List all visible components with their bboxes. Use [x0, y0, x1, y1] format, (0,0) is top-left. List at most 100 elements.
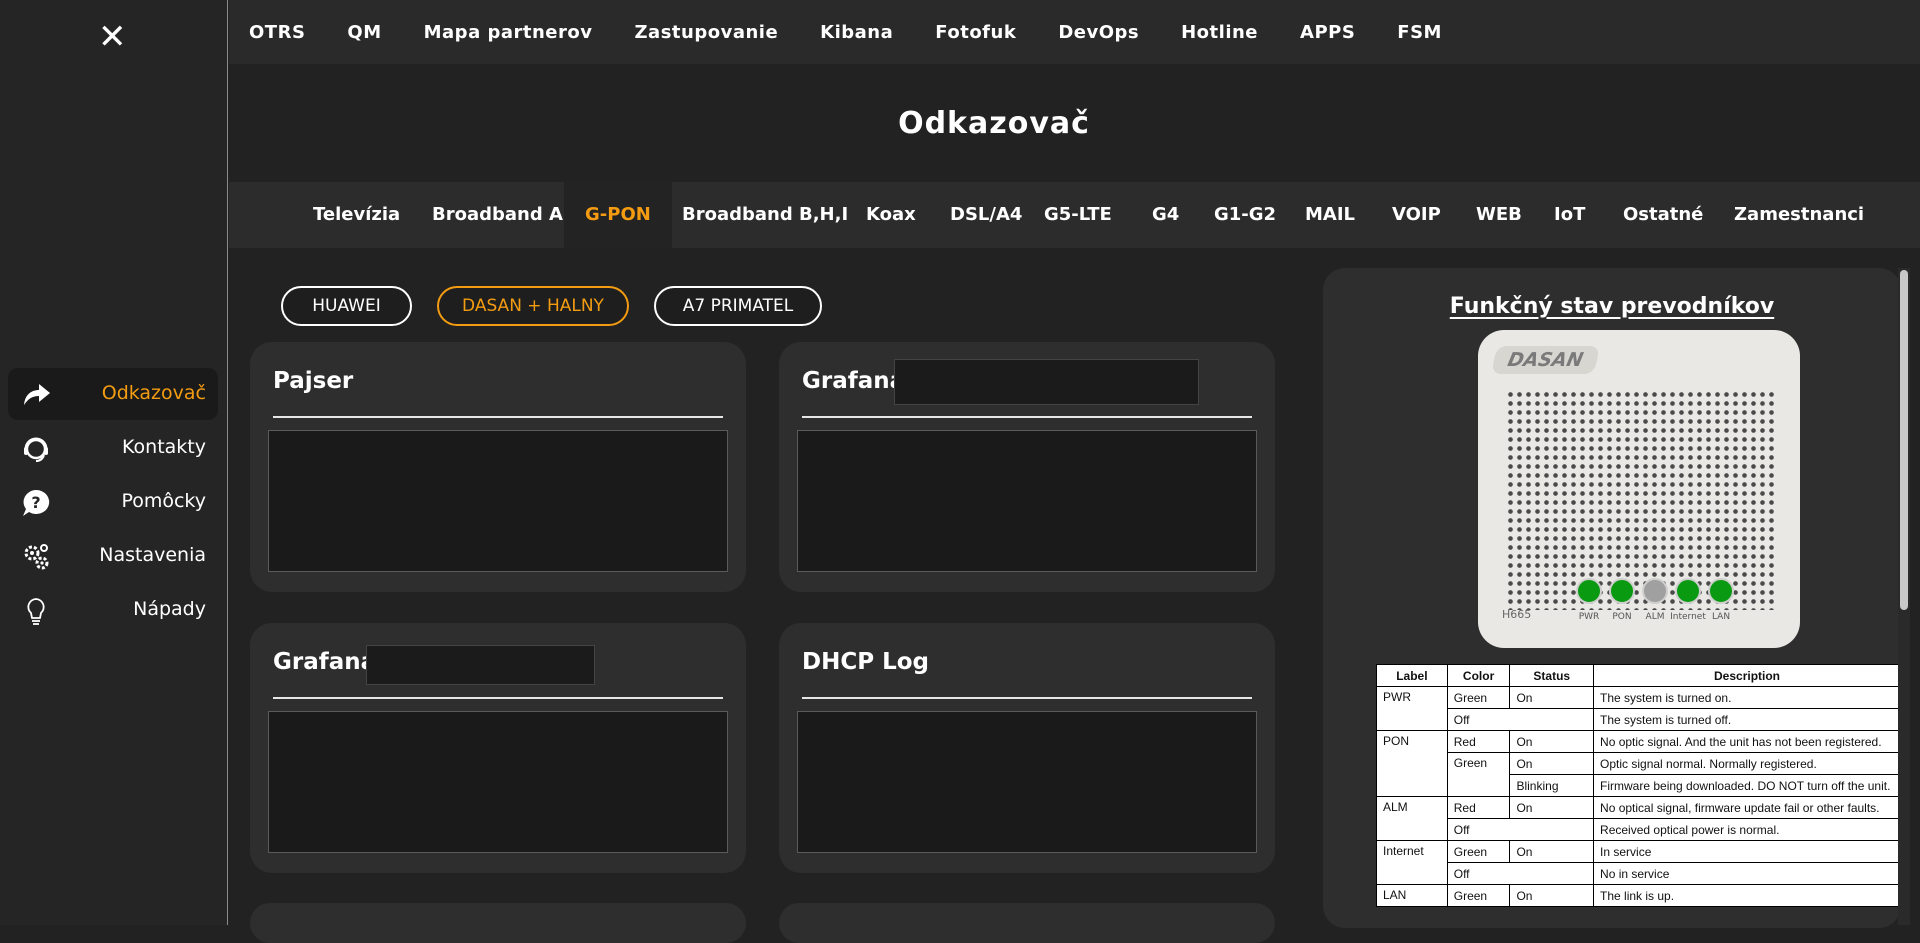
table-cell: Optic signal normal. Normally registered… [1593, 752, 1901, 775]
redacted-block [366, 645, 595, 685]
table-cell: Blinking [1509, 774, 1595, 797]
panel-title: Funkčný stav prevodníkov [1449, 294, 1775, 319]
table-cell: PON [1376, 730, 1448, 797]
topnav-apps[interactable]: APPS [1300, 22, 1355, 43]
topnav-otrs[interactable]: OTRS [249, 22, 305, 43]
device-image: DASAN H665 PWR PON ALM Internet LAN [1478, 330, 1800, 648]
tab-g5-lte[interactable]: G5-LTE [1023, 182, 1133, 248]
vendor-dasan-halny-button[interactable]: DASAN + HALNY [437, 286, 629, 326]
table-cell: Received optical power is normal. [1593, 818, 1901, 841]
device-status-panel: Funkčný stav prevodníkov DASAN H665 PWR … [1323, 268, 1901, 928]
table-cell: Firmware being downloaded. DO NOT turn o… [1593, 774, 1901, 797]
topnav-devops[interactable]: DevOps [1058, 22, 1139, 43]
sidebar-item-odkazovac[interactable]: Odkazovač [8, 368, 218, 420]
table-header-row: Label Color Status Description [1376, 664, 1901, 687]
table-cell: On [1509, 884, 1595, 907]
table-cell: Off [1446, 708, 1595, 731]
sidebar-item-kontakty[interactable]: Kontakty [8, 422, 218, 474]
table-row: PON Red On No optic signal. And the unit… [1376, 730, 1901, 797]
sidebar-item-label: Pomôcky [121, 490, 206, 512]
svg-text:?: ? [31, 493, 40, 512]
tab-koax[interactable]: Koax [845, 182, 937, 248]
led-label: LAN [1711, 612, 1731, 622]
tab-g-pon[interactable]: G-PON [564, 182, 672, 248]
table-cell: The system is turned off. [1593, 708, 1901, 731]
topnav-hotline[interactable]: Hotline [1181, 22, 1258, 43]
topnav-fsm[interactable]: FSM [1397, 22, 1442, 43]
sidebar-item-label: Nápady [133, 598, 206, 620]
tab-televizia[interactable]: Televízia [292, 182, 421, 248]
card-title: Grafana [273, 649, 377, 675]
tab-g1-g2[interactable]: G1-G2 [1193, 182, 1297, 248]
redacted-block [894, 359, 1199, 405]
card-divider [802, 416, 1252, 418]
table-cell: Green [1446, 752, 1511, 797]
table-cell: Red [1446, 730, 1511, 753]
tab-g4[interactable]: G4 [1131, 182, 1200, 248]
card-grafana-1: Grafana [779, 342, 1275, 592]
tab-broadband-bhi[interactable]: Broadband B,H,I [661, 182, 869, 248]
sidebar-item-napady[interactable]: Nápady [8, 584, 218, 636]
table-row: ALM Red On No optical signal, firmware u… [1376, 796, 1901, 841]
topnav-kibana[interactable]: Kibana [820, 22, 893, 43]
tab-web[interactable]: WEB [1455, 182, 1543, 248]
tab-voip[interactable]: VOIP [1371, 182, 1462, 248]
vendor-a7-primatel-button[interactable]: A7 PRIMATEL [654, 286, 822, 326]
table-cell: Off [1446, 818, 1595, 841]
table-cell: On [1509, 752, 1595, 775]
card-divider [802, 697, 1252, 699]
tab-ostatne[interactable]: Ostatné [1602, 182, 1724, 248]
close-icon[interactable]: ✕ [98, 20, 127, 54]
card-pajser: Pajser [250, 342, 746, 592]
table-row: LAN Green On The link is up. [1376, 884, 1901, 907]
table-cell: Green [1446, 884, 1511, 907]
topnav-fotofuk[interactable]: Fotofuk [935, 22, 1016, 43]
tab-mail[interactable]: MAIL [1284, 182, 1376, 248]
topnav-mapa-partnerov[interactable]: Mapa partnerov [424, 22, 593, 43]
gears-icon [24, 544, 49, 570]
table-cell: LAN [1376, 884, 1448, 907]
vendor-huawei-button[interactable]: HUAWEI [281, 286, 412, 326]
table-row: Internet Green On In service [1376, 840, 1901, 885]
device-brand-logo: DASAN [1491, 346, 1600, 374]
table-cell: No optic signal. And the unit has not be… [1593, 730, 1901, 753]
headset-icon [24, 437, 48, 462]
card-content [797, 430, 1257, 572]
card-title: DHCP Log [802, 649, 930, 675]
table-cell: Green [1446, 686, 1511, 709]
card-partial [779, 903, 1275, 943]
table-cell: On [1509, 840, 1595, 863]
card-title: Pajser [273, 368, 354, 394]
table-cell: The link is up. [1593, 884, 1901, 907]
tab-iot[interactable]: IoT [1533, 182, 1606, 248]
table-cell: On [1509, 730, 1595, 753]
tab-broadband-a[interactable]: Broadband A [411, 182, 584, 248]
lightbulb-icon [27, 598, 45, 625]
table-row: Off Received optical power is normal. [1377, 818, 1901, 841]
table-cell: No in service [1593, 862, 1901, 885]
table-cell: ALM [1376, 796, 1448, 841]
topnav-zastupovanie[interactable]: Zastupovanie [635, 22, 779, 43]
table-cell: Off [1446, 862, 1595, 885]
column-header: Description [1593, 664, 1901, 687]
category-tabs: Televízia Broadband A G-PON Broadband B,… [229, 182, 1920, 248]
tab-zamestnanci[interactable]: Zamestnanci [1713, 182, 1885, 248]
column-header: Label [1376, 664, 1448, 687]
topnav-qm[interactable]: QM [347, 22, 381, 43]
sidebar: ✕ Odkazovač Kontakty ? Pomôcky Nastaveni… [0, 0, 228, 925]
top-navigation: OTRS QM Mapa partnerov Zastupovanie Kiba… [229, 0, 1920, 64]
sidebar-item-nastavenia[interactable]: Nastavenia [8, 530, 218, 582]
column-header: Color [1446, 664, 1511, 687]
table-cell: In service [1593, 840, 1901, 863]
card-content [268, 430, 728, 572]
card-divider [273, 697, 723, 699]
led-pwr [1576, 578, 1602, 604]
table-cell: Internet [1376, 840, 1448, 885]
table-cell: No optical signal, firmware update fail … [1593, 796, 1901, 819]
sidebar-item-pomocky[interactable]: ? Pomôcky [8, 476, 218, 528]
table-cell: On [1509, 686, 1595, 709]
page-title: Odkazovač [898, 106, 1090, 141]
card-title: Grafana [802, 368, 906, 394]
led-internet [1675, 578, 1701, 604]
panel-scrollbar-thumb[interactable] [1900, 270, 1908, 610]
